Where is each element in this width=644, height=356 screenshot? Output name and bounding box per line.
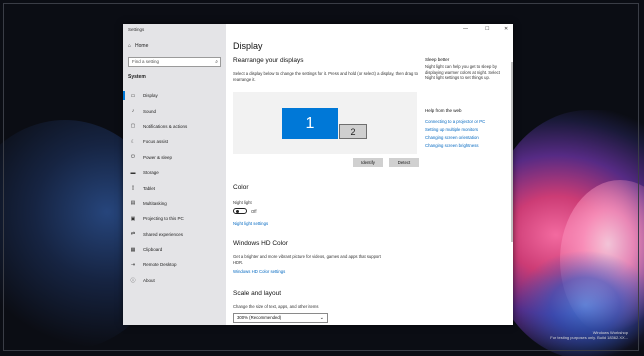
minimize-button[interactable]: —: [463, 26, 468, 32]
toggle-state: Off: [251, 209, 257, 214]
search-placeholder: Find a setting: [132, 59, 160, 64]
sidebar-item-shared-experiences[interactable]: ⇄ Shared experiences: [123, 227, 226, 242]
sleep-better-heading: Sleep better: [425, 57, 450, 62]
sidebar: Settings ⌂ Home Find a setting ⌕ System …: [123, 24, 226, 325]
rearrange-description: Select a display below to change the set…: [233, 71, 418, 82]
scale-dropdown[interactable]: 300% (Recommended) ⌄: [233, 313, 328, 323]
color-heading: Color: [233, 184, 249, 191]
sidebar-item-label: Power & sleep: [143, 154, 173, 160]
sidebar-item-tablet[interactable]: ▯ Tablet: [123, 180, 226, 195]
hdr-description: Get a brighter and more vibrant picture …: [233, 254, 381, 265]
close-button[interactable]: ✕: [504, 26, 508, 32]
scale-selected-value: 300% (Recommended): [237, 315, 282, 320]
display-icon: ▭: [130, 92, 136, 99]
sidebar-item-remote-desktop[interactable]: ⇥ Remote Desktop: [123, 257, 226, 272]
main-content: — ☐ ✕ Display Rearrange your displays Se…: [226, 24, 513, 325]
desktop-watermark: Windows Workshop For testing purposes on…: [550, 330, 628, 340]
sidebar-item-focus-assist[interactable]: ☾ Focus assist: [123, 134, 226, 149]
scale-description: Change the size of text, apps, and other…: [233, 304, 319, 309]
notifications-icon: ▢: [130, 123, 136, 130]
night-light-toggle[interactable]: [233, 208, 247, 214]
scrollbar[interactable]: [511, 62, 513, 242]
sidebar-item-label: Clipboard: [143, 247, 163, 253]
identify-button[interactable]: Identify: [353, 158, 383, 167]
home-label: Home: [135, 43, 149, 49]
sidebar-item-label: Sound: [143, 108, 157, 114]
help-link-monitors[interactable]: Setting up multiple monitors: [425, 127, 478, 132]
help-heading: Help from the web: [425, 108, 462, 113]
settings-window: Settings ⌂ Home Find a setting ⌕ System …: [123, 24, 513, 325]
about-icon: ⓘ: [130, 277, 136, 284]
sidebar-item-label: Remote Desktop: [143, 262, 177, 268]
search-icon[interactable]: ⌕: [215, 58, 218, 66]
hdr-settings-link[interactable]: Windows HD Color settings: [233, 269, 285, 274]
sidebar-item-label: About: [143, 277, 155, 283]
focus-assist-icon: ☾: [130, 138, 136, 145]
sidebar-item-power-sleep[interactable]: ⏻ Power & sleep: [123, 150, 226, 165]
hdr-heading: Windows HD Color: [233, 240, 288, 247]
remote-desktop-icon: ⇥: [130, 261, 136, 268]
night-light-label: Night light: [233, 200, 252, 205]
projecting-icon: ▣: [130, 215, 136, 222]
sleep-better-text: Night light can help you get to sleep by…: [425, 64, 500, 80]
section-label: System: [128, 74, 146, 80]
monitor-1[interactable]: 1: [282, 108, 338, 139]
help-link-brightness[interactable]: Changing screen brightness: [425, 143, 479, 148]
sidebar-item-display[interactable]: ▭ Display: [123, 88, 226, 103]
power-icon: ⏻: [131, 154, 135, 161]
home-icon: ⌂: [128, 43, 132, 49]
sidebar-item-label: Storage: [143, 170, 159, 176]
storage-icon: ▬: [130, 169, 136, 176]
sidebar-item-label: Notifications & actions: [143, 123, 188, 129]
display-arrangement-area[interactable]: 1 2: [233, 92, 417, 154]
sidebar-item-storage[interactable]: ▬ Storage: [123, 165, 226, 180]
sidebar-item-label: Shared experiences: [143, 231, 184, 237]
maximize-button[interactable]: ☐: [485, 26, 489, 32]
monitor-2[interactable]: 2: [339, 124, 367, 139]
night-light-settings-link[interactable]: Night light settings: [233, 221, 268, 226]
home-link[interactable]: ⌂ Home: [128, 43, 148, 49]
sidebar-item-notifications-actions[interactable]: ▢ Notifications & actions: [123, 119, 226, 134]
sidebar-item-sound[interactable]: ♪ Sound: [123, 103, 226, 118]
sound-icon: ♪: [131, 108, 135, 115]
window-title: Settings: [128, 27, 145, 32]
detect-button[interactable]: Detect: [389, 158, 419, 167]
sidebar-item-multitasking[interactable]: ▤ Multitasking: [123, 196, 226, 211]
search-input[interactable]: Find a setting ⌕: [128, 57, 221, 67]
sidebar-item-label: Multitasking: [143, 200, 167, 206]
chevron-down-icon: ⌄: [319, 315, 324, 321]
sidebar-item-label: Display: [143, 93, 158, 99]
sidebar-nav: ▭ Display ♪ Sound ▢ Notifications & actions ☾ F…: [123, 88, 226, 288]
toggle-knob: [236, 210, 239, 213]
tablet-icon: ▯: [131, 185, 135, 192]
sidebar-item-clipboard[interactable]: ▦ Clipboard: [123, 242, 226, 257]
rearrange-heading: Rearrange your displays: [233, 57, 304, 64]
sidebar-item-label: Tablet: [143, 185, 156, 191]
help-link-projector[interactable]: Connecting to a projector or PC: [425, 119, 485, 124]
wallpaper-blue-accent: [515, 250, 644, 356]
multitasking-icon: ▤: [130, 200, 136, 207]
sidebar-item-about[interactable]: ⓘ About: [123, 273, 226, 288]
sidebar-item-label: Focus assist: [143, 139, 169, 145]
help-link-orientation[interactable]: Changing screen orientation: [425, 135, 479, 140]
scale-heading: Scale and layout: [233, 290, 282, 297]
sidebar-item-label: Projecting to this PC: [143, 216, 184, 222]
watermark-line-2: For testing purposes only. Build 18362.X…: [550, 335, 628, 340]
sidebar-item-projecting-to-this-pc[interactable]: ▣ Projecting to this PC: [123, 211, 226, 226]
shared-experiences-icon: ⇄: [130, 231, 136, 238]
clipboard-icon: ▦: [130, 246, 136, 253]
page-title: Display: [233, 41, 263, 51]
